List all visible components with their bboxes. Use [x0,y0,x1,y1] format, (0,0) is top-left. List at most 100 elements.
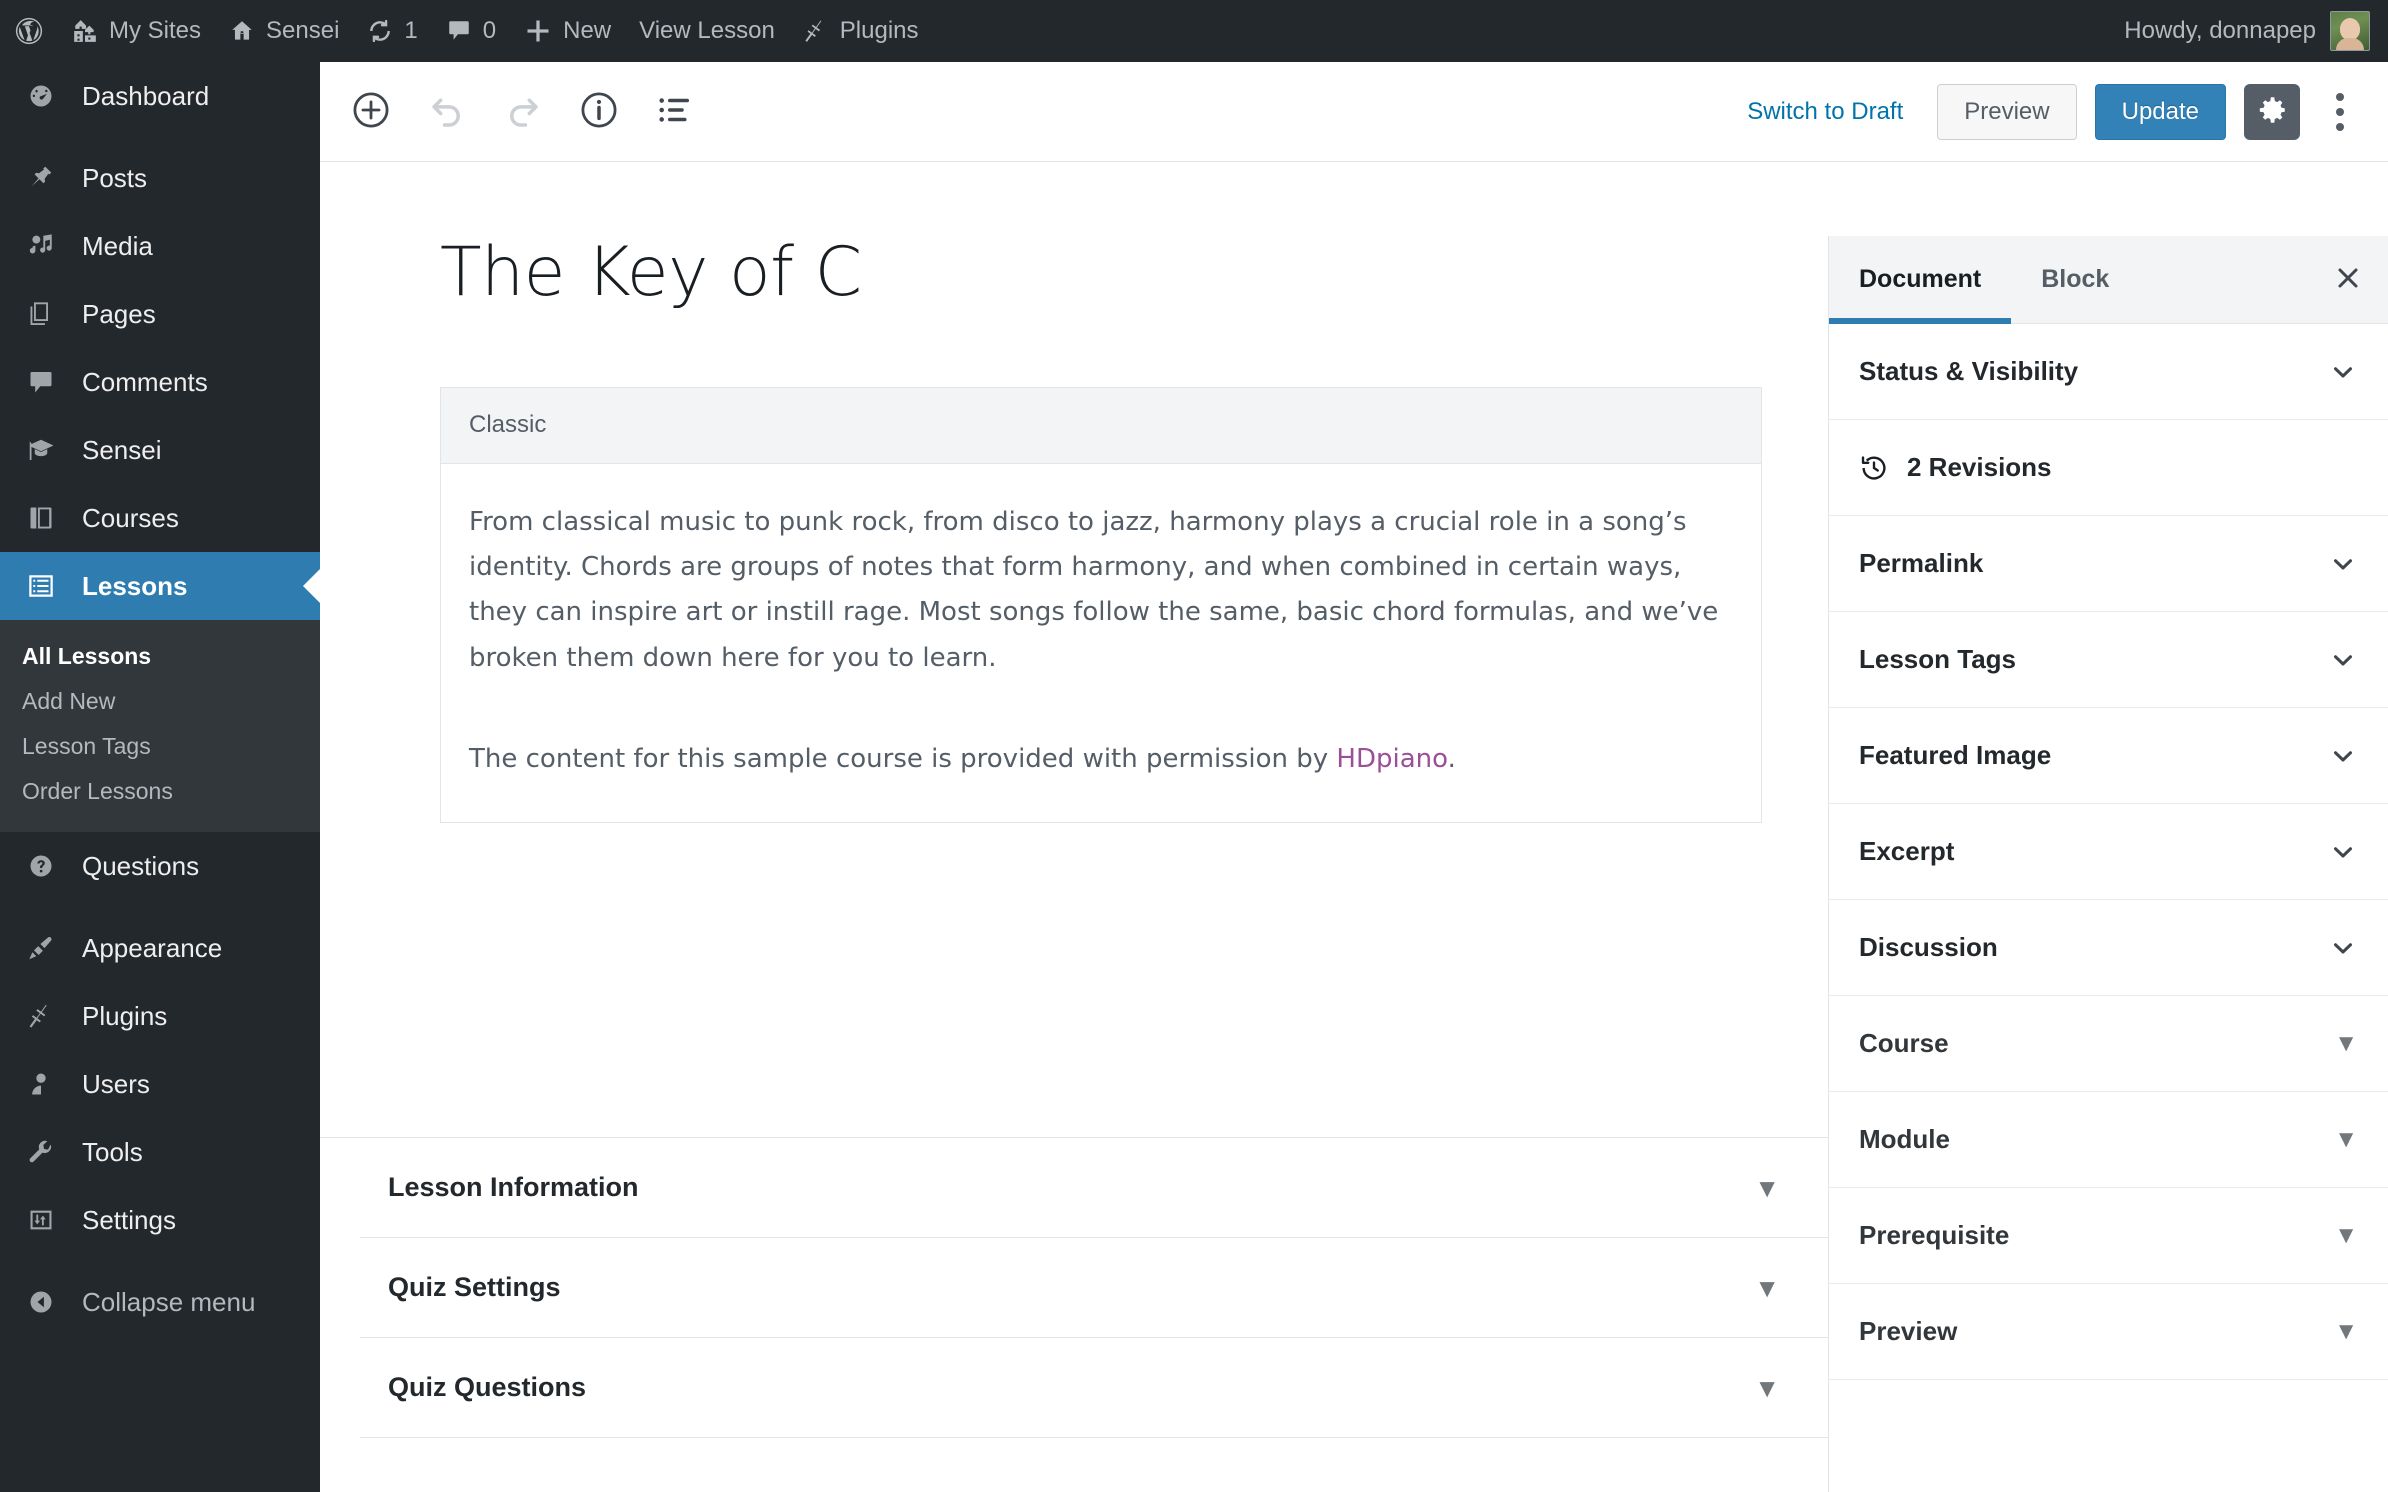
admin-bar-my-sites[interactable]: My Sites [58,0,215,62]
sidebar-item-tools[interactable]: Tools [0,1118,320,1186]
tab-block[interactable]: Block [2011,236,2139,323]
add-block-button[interactable] [340,81,402,143]
settings-toggle-button[interactable] [2244,83,2300,140]
sidebar-item-settings[interactable]: Settings [0,1186,320,1254]
editor-toolbar-left [320,81,706,143]
sidebar-item-appearance[interactable]: Appearance [0,914,320,982]
sidebar-item-media[interactable]: Media [0,212,320,280]
classic-block[interactable]: Classic From classical music to punk roc… [440,386,1762,823]
chevron-down-icon[interactable] [2328,837,2358,867]
preview-button[interactable]: Preview [1937,83,2077,140]
panel-label: Permalink [1859,548,1984,578]
pin-icon [22,164,60,192]
sidebar-item-comments[interactable]: Comments [0,348,320,416]
admin-bar-updates[interactable]: 1 [353,0,431,62]
pages-icon [22,300,60,328]
sidebar-subitem-lesson-tags[interactable]: Lesson Tags [0,724,320,769]
sidebar-subitem-all-lessons[interactable]: All Lessons [0,634,320,679]
panel-status-visibility[interactable]: Status & Visibility [1829,324,2388,420]
classic-paragraph-1: From classical music to punk rock, from … [469,506,1719,673]
chevron-down-icon[interactable] [2328,549,2358,579]
sidebar-item-label: Media [82,230,153,261]
plugins-plug-icon [22,1002,60,1030]
triangle-down-icon[interactable]: ▼ [2334,1031,2358,1056]
admin-bar-wp-logo[interactable] [0,0,58,62]
panel-prerequisite[interactable]: Prerequisite ▼ [1829,1188,2388,1284]
tab-document[interactable]: Document [1829,236,2012,324]
triangle-down-icon[interactable]: ▼ [2334,1223,2358,1248]
panel-featured-image[interactable]: Featured Image [1829,708,2388,804]
admin-bar-site-name-label: Sensei [266,17,340,44]
chevron-down-icon[interactable] [2328,357,2358,387]
sidebar-item-questions[interactable]: Questions [0,832,320,900]
panel-label: Status & Visibility [1859,356,2079,386]
hdpiano-link[interactable]: HDpiano [1336,744,1447,774]
plus-icon [524,17,552,45]
list-view-button[interactable] [644,81,706,143]
sidebar-item-users[interactable]: Users [0,1050,320,1118]
chevron-down-icon[interactable]: ▼ [1754,1375,1780,1401]
triangle-down-icon[interactable]: ▼ [2334,1319,2358,1344]
classic-block-body[interactable]: From classical music to punk rock, from … [441,464,1761,822]
chevron-down-icon[interactable]: ▼ [1754,1175,1780,1201]
redo-button[interactable] [492,81,554,143]
admin-bar-account-area[interactable]: Howdy, donnapep [2124,11,2388,51]
info-icon [578,89,620,134]
panel-preview[interactable]: Preview ▼ [1829,1284,2388,1380]
panel-permalink[interactable]: Permalink [1829,516,2388,612]
update-button[interactable]: Update [2094,83,2226,140]
chevron-down-icon[interactable] [2328,645,2358,675]
dashboard-icon [22,82,60,110]
sidebar-item-lessons[interactable]: Lessons [0,552,320,620]
sidebar-item-sensei[interactable]: Sensei [0,416,320,484]
sidebar-item-pages[interactable]: Pages [0,280,320,348]
content-info-button[interactable] [568,81,630,143]
sidebar-item-label: Plugins [82,1000,168,1031]
panel-lesson-tags[interactable]: Lesson Tags [1829,612,2388,708]
settings-sidebar: Document Block Status & Visibility 2 Rev… [1828,236,2388,1492]
collapse-menu-button[interactable]: Collapse menu [0,1268,320,1336]
metabox-quiz-settings[interactable]: Quiz Settings ▼ [360,1238,1828,1338]
admin-bar-site-name[interactable]: Sensei [215,0,353,62]
sidebar-item-dashboard[interactable]: Dashboard [0,62,320,130]
close-icon [2333,263,2363,296]
panel-label: Module [1859,1124,1950,1154]
chevron-down-icon[interactable] [2328,741,2358,771]
redo-icon [502,89,544,134]
panel-revisions[interactable]: 2 Revisions [1829,420,2388,516]
panel-discussion[interactable]: Discussion [1829,900,2388,996]
panel-label: Featured Image [1859,740,2052,770]
more-options-button[interactable] [2318,84,2362,140]
admin-bar-new-content[interactable]: New [510,0,625,62]
admin-bar-my-sites-label: My Sites [109,17,202,44]
panel-course[interactable]: Course ▼ [1829,996,2388,1092]
page-title[interactable]: The Key of C [440,235,1740,311]
admin-bar-plugins[interactable]: Plugins [789,0,933,62]
switch-to-draft-button[interactable]: Switch to Draft [1731,98,1919,126]
panel-module[interactable]: Module ▼ [1829,1092,2388,1188]
sidebar-item-label: Settings [82,1204,176,1235]
admin-bar-greeting: Howdy, donnapep [2124,17,2316,44]
sidebar-item-courses[interactable]: Courses [0,484,320,552]
updates-icon [367,18,393,44]
sidebar-item-posts[interactable]: Posts [0,144,320,212]
sidebar-item-plugins[interactable]: Plugins [0,982,320,1050]
sidebar-item-label: Pages [82,298,156,329]
admin-bar-comments[interactable]: 0 [432,0,510,62]
admin-bar-new-label: New [563,17,612,44]
sidebar-subitem-order-lessons[interactable]: Order Lessons [0,769,320,814]
sidebar-item-label: Appearance [82,932,223,963]
metabox-lesson-information[interactable]: Lesson Information ▼ [360,1138,1828,1238]
undo-button[interactable] [416,81,478,143]
panel-excerpt[interactable]: Excerpt [1829,804,2388,900]
panel-label: Course [1859,1028,1949,1058]
menu-separator [0,1254,320,1268]
chevron-down-icon[interactable] [2328,933,2358,963]
close-settings-button[interactable] [2308,236,2388,323]
metabox-quiz-questions[interactable]: Quiz Questions ▼ [360,1338,1828,1438]
sidebar-subitem-add-new[interactable]: Add New [0,679,320,724]
triangle-down-icon[interactable]: ▼ [2334,1127,2358,1152]
chevron-down-icon[interactable]: ▼ [1754,1275,1780,1301]
wrench-icon [22,1138,60,1166]
admin-bar-view-lesson[interactable]: View Lesson [625,0,789,62]
